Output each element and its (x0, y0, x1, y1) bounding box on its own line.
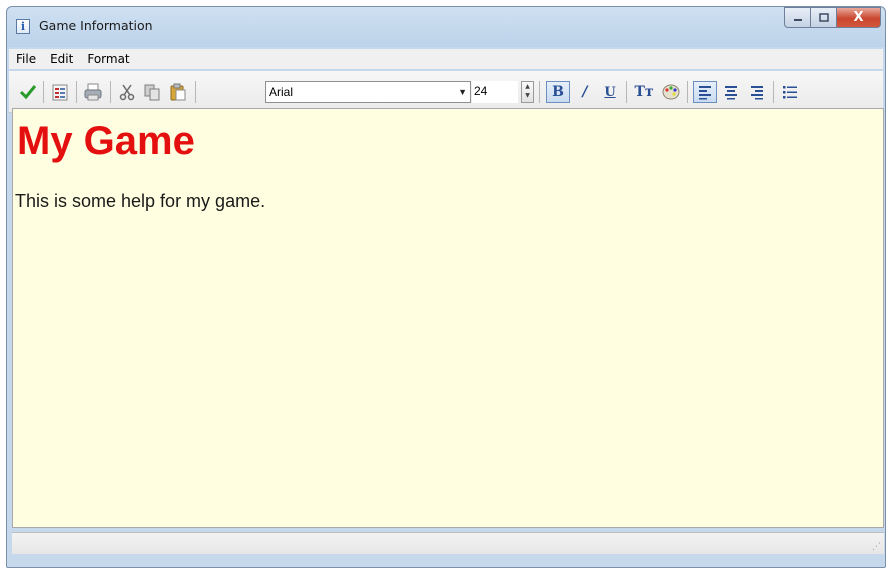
align-right-button[interactable] (746, 81, 768, 103)
window-title: Game Information (39, 18, 153, 33)
underline-button[interactable]: U (599, 81, 621, 103)
underline-icon: U (604, 84, 616, 100)
maximize-icon (818, 12, 829, 22)
maximize-button[interactable] (811, 7, 837, 28)
bold-icon: B (552, 84, 564, 100)
toolbar: Arial ▼ 24 ▲ ▼ B / U Tт (9, 71, 883, 113)
menu-format[interactable]: Format (80, 49, 136, 69)
color-button[interactable] (659, 81, 683, 103)
italic-button[interactable]: / (574, 81, 596, 103)
toolbar-separator (626, 81, 627, 103)
title-bar[interactable]: i Game Information X (7, 7, 885, 43)
print-button[interactable] (81, 81, 105, 103)
close-button[interactable]: X (837, 7, 881, 28)
check-icon (19, 85, 37, 100)
menu-bar: File Edit Format (9, 49, 883, 69)
toolbar-separator (687, 81, 688, 103)
font-size-field[interactable]: 24 (472, 81, 518, 103)
scissors-icon (119, 84, 135, 101)
bullet-list-icon (783, 86, 797, 99)
toolbar-separator (76, 81, 77, 103)
window-controls: X (784, 7, 881, 29)
align-center-button[interactable] (720, 81, 742, 103)
align-center-icon (725, 86, 737, 100)
copy-icon (144, 84, 160, 101)
palette-icon (662, 84, 680, 100)
paste-icon (170, 83, 186, 101)
bullets-button[interactable] (779, 81, 801, 103)
document-body-text: This is some help for my game. (15, 191, 266, 211)
font-name-dropdown[interactable]: Arial ▼ (265, 81, 471, 103)
italic-icon: / (582, 84, 588, 100)
minimize-icon (793, 18, 802, 21)
document-heading: My Game (17, 119, 195, 163)
status-bar: ⋰ (12, 532, 884, 554)
minimize-button[interactable] (784, 7, 811, 28)
ok-button[interactable] (17, 81, 39, 103)
resize-grip-icon[interactable]: ⋰ (872, 542, 882, 552)
align-left-button[interactable] (693, 81, 717, 103)
cut-button[interactable] (116, 81, 138, 103)
chevron-down-icon: ▼ (458, 87, 467, 97)
document-list-icon (52, 84, 68, 101)
align-right-icon (751, 86, 763, 100)
font-style-icon: Tт (634, 84, 654, 100)
load-button[interactable] (49, 81, 71, 103)
spin-down-icon: ▼ (525, 92, 530, 99)
align-left-icon (699, 86, 711, 100)
toolbar-separator (43, 81, 44, 103)
toolbar-separator (539, 81, 540, 103)
copy-button[interactable] (141, 81, 163, 103)
menu-file[interactable]: File (9, 49, 43, 69)
font-style-button[interactable]: Tт (631, 81, 657, 103)
toolbar-separator (195, 81, 196, 103)
toolbar-separator (773, 81, 774, 103)
menu-edit[interactable]: Edit (43, 49, 80, 69)
spin-up-icon: ▲ (525, 83, 530, 90)
info-icon: i (16, 19, 30, 34)
rich-text-editor[interactable]: My Game This is some help for my game. (12, 108, 884, 528)
paste-button[interactable] (166, 81, 190, 103)
close-icon: X (853, 10, 864, 25)
font-name-value: Arial (269, 85, 294, 99)
bold-button[interactable]: B (546, 81, 570, 103)
printer-icon (84, 83, 102, 101)
toolbar-separator (110, 81, 111, 103)
font-size-stepper[interactable]: ▲ ▼ (521, 81, 534, 103)
